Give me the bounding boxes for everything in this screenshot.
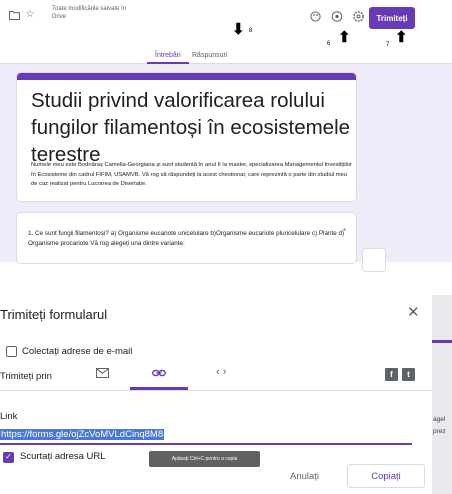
- form-editor-screenshot: ☆ Toate modificările salvate în Drive Tr…: [0, 0, 452, 272]
- shorten-url-label: Scurtați adresa URL: [20, 451, 106, 462]
- link-field-underline: [0, 443, 412, 445]
- tab-responses[interactable]: Răspunsuri: [192, 52, 227, 59]
- annotation-number-6: 6: [327, 41, 331, 47]
- annotation-number-8: 8: [249, 28, 253, 34]
- settings-gear-icon[interactable]: [352, 10, 364, 22]
- editor-tab-bar: Întrebări Răspunsuri ⬆ 6 ⬆ 7: [0, 30, 452, 64]
- shorten-url-checkbox[interactable]: ✓: [3, 452, 14, 463]
- embed-code-icon[interactable]: ‹ ›: [216, 366, 226, 378]
- send-form-dialog-screenshot: agel prez Trimiteți formularul ✕ Colecta…: [0, 295, 452, 494]
- folder-icon[interactable]: [8, 9, 20, 21]
- background-stripe: [432, 340, 452, 343]
- send-via-divider: [0, 390, 432, 391]
- facebook-icon[interactable]: f: [385, 368, 398, 381]
- send-form-dialog: Trimiteți formularul ✕ Colectați adrese …: [0, 295, 432, 494]
- palette-icon[interactable]: [309, 10, 321, 22]
- background-text: prez: [433, 428, 446, 435]
- tab-questions[interactable]: Întrebări: [155, 52, 181, 59]
- collect-email-label: Colectați adrese de e-mail: [22, 346, 133, 357]
- star-icon[interactable]: ☆: [24, 8, 36, 20]
- send-button[interactable]: Trimiteți: [369, 7, 415, 29]
- copy-button[interactable]: Copiați: [347, 464, 425, 488]
- saved-status: Toate modificările salvate în Drive: [52, 6, 127, 20]
- dialog-title: Trimiteți formularul: [0, 307, 108, 322]
- form-description[interactable]: Numele meu este Bodnăraș Camelia-Georgia…: [31, 161, 353, 190]
- form-title-card[interactable]: Studii privind valorificarea rolului fun…: [16, 72, 357, 202]
- active-tab-indicator: [147, 62, 189, 64]
- editor-top-bar: ☆ Toate modificările salvate în Drive Tr…: [0, 0, 452, 38]
- send-via-label: Trimiteți prin: [0, 371, 52, 382]
- form-link-url-field[interactable]: https://forms.gle/ojZcVoMVLdCinq8M8: [0, 429, 165, 440]
- copy-shortcut-tooltip: Apăsați Ctrl+C pentru a copia: [149, 451, 260, 467]
- annotation-arrow-up-icon: ⬆: [338, 29, 351, 46]
- background-form-peek: agel prez: [432, 295, 452, 494]
- question-text[interactable]: 1. Ce sunt fungii filamentoși? a) Organi…: [28, 229, 346, 249]
- annotation-arrow-down-icon: ⬇: [232, 21, 245, 38]
- preview-eye-icon[interactable]: [331, 10, 343, 22]
- link-section-label: Link: [0, 411, 18, 422]
- cancel-button[interactable]: Anulați: [290, 471, 319, 482]
- question-card[interactable]: 1. Ce sunt fungii filamentoși? a) Organi…: [16, 212, 357, 264]
- annotation-number-7: 7: [386, 42, 390, 48]
- link-icon[interactable]: [152, 368, 166, 381]
- annotation-arrow-up-icon: ⬆: [395, 29, 408, 46]
- form-title[interactable]: Studii privind valorificarea rolului fun…: [31, 87, 351, 168]
- add-question-toolbar[interactable]: [362, 248, 386, 272]
- background-text: agel: [433, 416, 446, 423]
- twitter-icon[interactable]: t: [402, 368, 415, 381]
- close-icon[interactable]: ✕: [407, 303, 420, 321]
- collect-email-checkbox[interactable]: [6, 346, 17, 357]
- theme-stripe: [17, 73, 356, 80]
- required-asterisk: *: [343, 227, 347, 236]
- email-icon[interactable]: [96, 368, 109, 381]
